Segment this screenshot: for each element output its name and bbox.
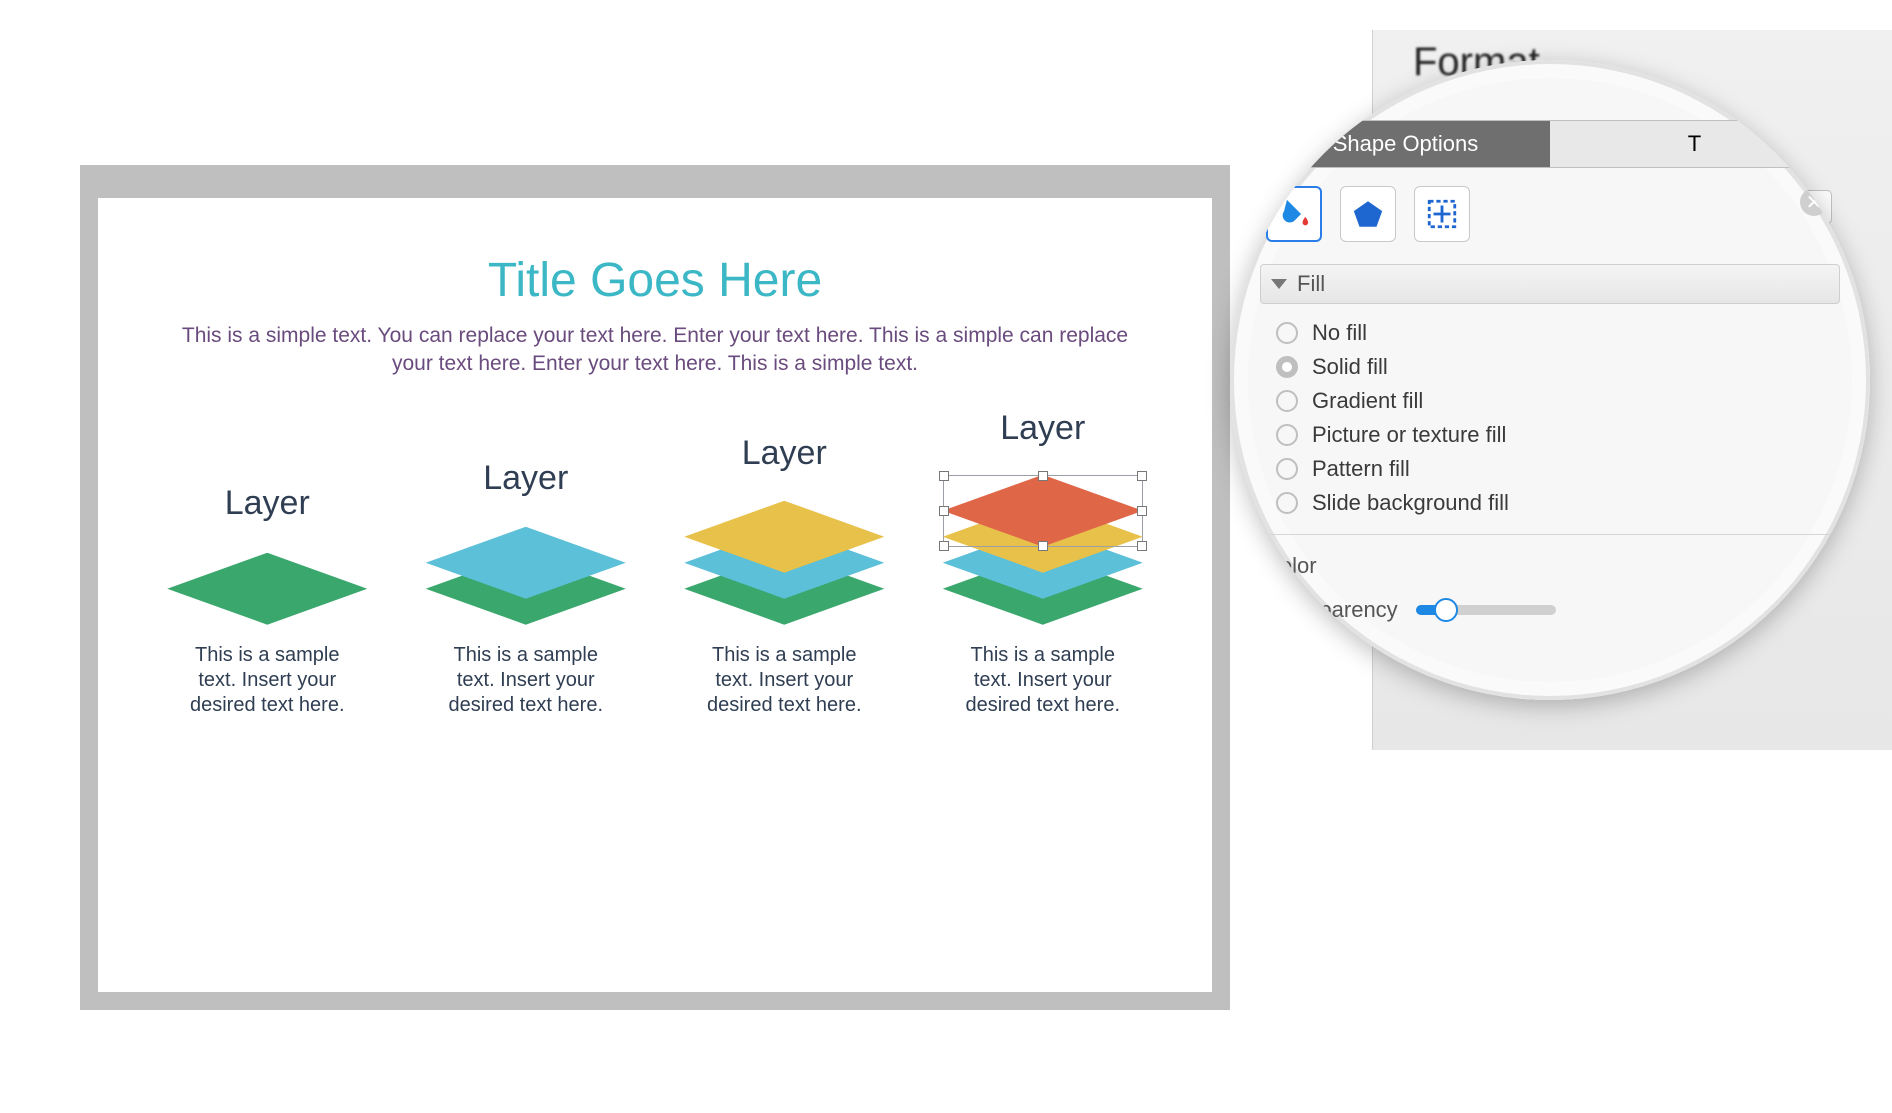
layers-row: Layer This is a sample text. Insert your… bbox=[138, 409, 1172, 718]
tab-text-options[interactable]: T bbox=[1550, 121, 1839, 167]
color-label[interactable]: Color bbox=[1264, 553, 1836, 579]
radio-pattern-fill[interactable]: Pattern fill bbox=[1276, 456, 1840, 482]
fill-section-label: Fill bbox=[1297, 271, 1325, 297]
layer-column-3: Layer This is a sample text. Insert your… bbox=[664, 434, 904, 718]
layer-caption[interactable]: This is a sample text. Insert your desir… bbox=[958, 643, 1128, 718]
slide-subtitle[interactable]: This is a simple text. You can replace y… bbox=[165, 322, 1145, 379]
fill-line-icon[interactable] bbox=[1266, 186, 1322, 242]
fill-section-header[interactable]: Fill bbox=[1260, 264, 1840, 304]
layer-caption[interactable]: This is a sample text. Insert your desir… bbox=[182, 643, 352, 718]
slider-knob[interactable] bbox=[1434, 598, 1458, 622]
format-category-icons bbox=[1260, 186, 1840, 242]
layer-column-1: Layer This is a sample text. Insert your… bbox=[147, 484, 387, 718]
layer-caption[interactable]: This is a sample text. Insert your desir… bbox=[699, 643, 869, 718]
size-properties-icon[interactable] bbox=[1414, 186, 1470, 242]
layer-label[interactable]: Layer bbox=[1000, 409, 1085, 448]
radio-solid-fill[interactable]: Solid fill bbox=[1276, 354, 1840, 380]
diamond-shape[interactable] bbox=[167, 553, 367, 625]
close-icon[interactable]: ✕ bbox=[1800, 188, 1828, 216]
layer-label[interactable]: Layer bbox=[483, 459, 568, 498]
layer-label[interactable]: Layer bbox=[225, 484, 310, 523]
tab-shape-options[interactable]: Shape Options bbox=[1261, 121, 1550, 167]
radio-gradient-fill[interactable]: Gradient fill bbox=[1276, 388, 1840, 414]
radio-no-fill[interactable]: No fill bbox=[1276, 320, 1840, 346]
layer-column-4: Layer bbox=[923, 409, 1163, 718]
slide-title[interactable]: Title Goes Here bbox=[138, 253, 1172, 308]
transparency-row: Transparency bbox=[1264, 597, 1836, 623]
effects-icon[interactable] bbox=[1340, 186, 1396, 242]
divider bbox=[1264, 534, 1836, 535]
format-tabs: Shape Options T bbox=[1260, 120, 1840, 168]
fill-options: No fill Solid fill Gradient fill Picture… bbox=[1260, 320, 1840, 516]
transparency-label: Transparency bbox=[1264, 597, 1398, 623]
layer-label[interactable]: Layer bbox=[742, 434, 827, 473]
slide-canvas[interactable]: Title Goes Here This is a simple text. Y… bbox=[80, 180, 1230, 1010]
radio-slide-bg-fill[interactable]: Slide background fill bbox=[1276, 490, 1840, 516]
layer-caption[interactable]: This is a sample text. Insert your desir… bbox=[441, 643, 611, 718]
layer-column-2: Layer This is a sample text. Insert your… bbox=[406, 459, 646, 718]
magnifier-lens: Shape Options T ✕ Fill No fill Solid f bbox=[1230, 60, 1870, 700]
disclosure-triangle-icon bbox=[1271, 279, 1287, 289]
radio-picture-fill[interactable]: Picture or texture fill bbox=[1276, 422, 1840, 448]
transparency-slider[interactable] bbox=[1416, 605, 1556, 615]
